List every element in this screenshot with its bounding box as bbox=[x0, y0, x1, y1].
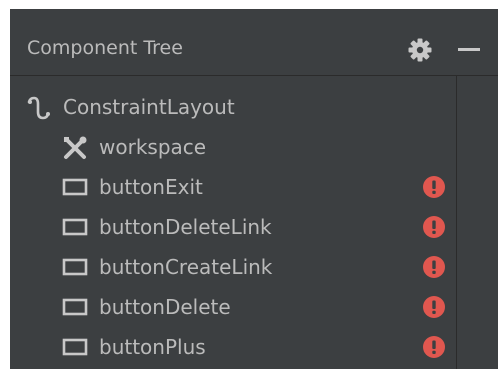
warning-icon[interactable] bbox=[423, 256, 445, 278]
tree-item-label: workspace bbox=[99, 135, 207, 159]
tree-item-button-plus[interactable]: buttonPlus bbox=[10, 327, 456, 367]
panel-splitter[interactable] bbox=[456, 76, 457, 369]
panel-header: Component Tree bbox=[10, 9, 498, 76]
tools-icon bbox=[62, 135, 88, 165]
warning-icon[interactable] bbox=[423, 336, 445, 358]
tree-item-label: buttonDeleteLink bbox=[99, 215, 272, 239]
button-icon bbox=[62, 216, 88, 242]
warning-icon[interactable] bbox=[423, 216, 445, 238]
tree-item-button-delete[interactable]: buttonDelete bbox=[10, 287, 456, 327]
constraint-layout-icon bbox=[26, 95, 52, 125]
gear-icon[interactable] bbox=[407, 37, 433, 63]
warning-icon[interactable] bbox=[423, 296, 445, 318]
tree-item-label: buttonDelete bbox=[99, 295, 231, 319]
component-tree-panel: Component Tree ConstraintLayout workspac… bbox=[10, 9, 498, 369]
tree-item-label: buttonCreateLink bbox=[99, 255, 273, 279]
button-icon bbox=[62, 256, 88, 282]
tree-item-button-exit[interactable]: buttonExit bbox=[10, 167, 456, 207]
button-icon bbox=[62, 176, 88, 202]
component-tree: ConstraintLayout workspace buttonExit bu… bbox=[10, 76, 456, 369]
minimize-bar bbox=[458, 48, 480, 51]
tree-item-constraint-layout[interactable]: ConstraintLayout bbox=[10, 87, 456, 127]
tree-item-label: buttonExit bbox=[99, 175, 203, 199]
tree-item-label: buttonPlus bbox=[99, 335, 206, 359]
warning-icon[interactable] bbox=[423, 176, 445, 198]
tree-item-button-delete-link[interactable]: buttonDeleteLink bbox=[10, 207, 456, 247]
button-icon bbox=[62, 336, 88, 362]
panel-title: Component Tree bbox=[27, 37, 183, 59]
tree-item-button-create-link[interactable]: buttonCreateLink bbox=[10, 247, 456, 287]
tree-item-label: ConstraintLayout bbox=[63, 95, 235, 119]
minimize-icon[interactable] bbox=[456, 39, 482, 61]
button-icon bbox=[62, 296, 88, 322]
tree-item-workspace[interactable]: workspace bbox=[10, 127, 456, 167]
